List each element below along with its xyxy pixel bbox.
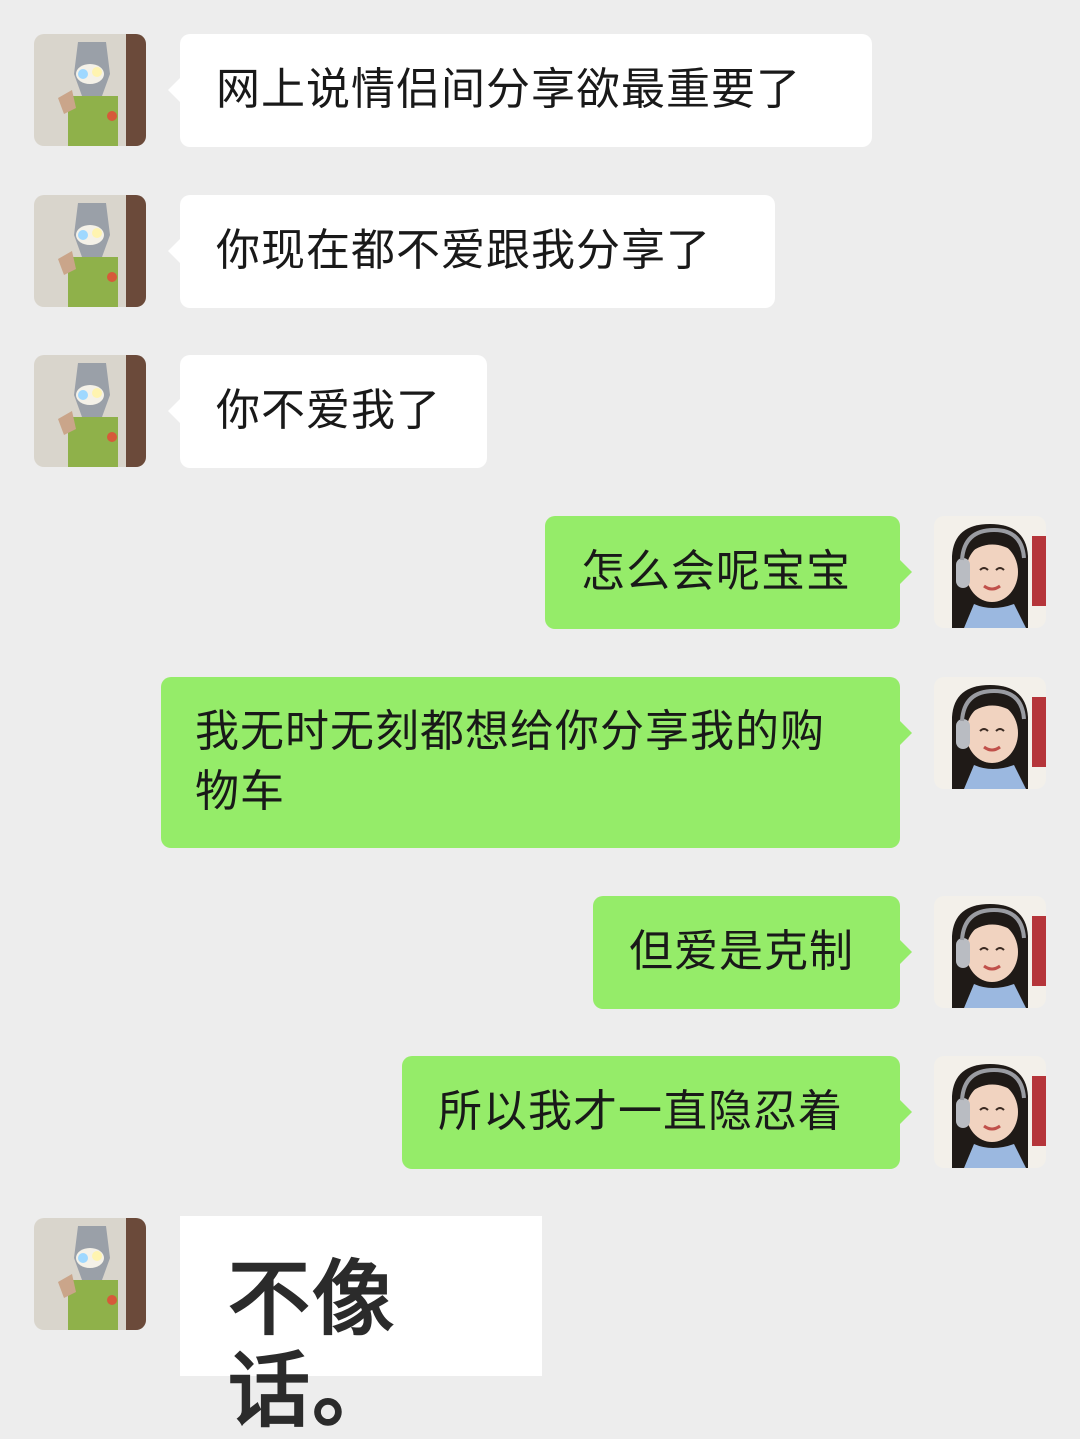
contact-avatar[interactable] [34, 1218, 146, 1330]
girl-headphones-avatar-icon [934, 516, 1046, 628]
message-text: 怎么会呢宝宝 [581, 546, 851, 597]
girl-headphones-avatar-icon [934, 1056, 1046, 1168]
contact-avatar[interactable] [34, 34, 146, 146]
ultraman-avatar-icon [34, 355, 146, 467]
my-avatar[interactable] [934, 1056, 1046, 1168]
message-text: 但爱是克制 [629, 926, 854, 977]
my-avatar[interactable] [934, 677, 1046, 789]
message-bubble-outgoing[interactable]: 但爱是克制 [593, 896, 912, 1009]
message-text: 你不爱我了 [216, 385, 441, 436]
message-bubble-outgoing[interactable]: 怎么会呢宝宝 [545, 516, 912, 629]
ultraman-avatar-icon [34, 1218, 146, 1330]
message-bubble-incoming[interactable]: 你不爱我了 [168, 355, 487, 468]
message-text: 你现在都不爱跟我分享了 [216, 225, 711, 276]
girl-headphones-avatar-icon [934, 677, 1046, 789]
ultraman-avatar-icon [34, 34, 146, 146]
sticker-message[interactable]: 不像话。 [180, 1216, 542, 1438]
message-bubble-incoming[interactable]: 你现在都不爱跟我分享了 [168, 195, 775, 308]
my-avatar[interactable] [934, 896, 1046, 1008]
message-text: 我无时无刻都想给你分享我的购 物车 [195, 706, 825, 817]
message-bubble-outgoing[interactable]: 我无时无刻都想给你分享我的购 物车 [161, 677, 912, 848]
my-avatar[interactable] [934, 516, 1046, 628]
message-bubble-outgoing[interactable]: 所以我才一直隐忍着 [402, 1056, 912, 1169]
message-text: 网上说情侣间分享欲最重要了 [216, 64, 801, 115]
message-text: 所以我才一直隐忍着 [438, 1086, 843, 1137]
message-bubble-incoming[interactable]: 网上说情侣间分享欲最重要了 [168, 34, 872, 147]
girl-headphones-avatar-icon [934, 896, 1046, 1008]
contact-avatar[interactable] [34, 355, 146, 467]
ultraman-avatar-icon [34, 195, 146, 307]
contact-avatar[interactable] [34, 195, 146, 307]
sticker-text: 不像话。 [228, 1252, 397, 1439]
